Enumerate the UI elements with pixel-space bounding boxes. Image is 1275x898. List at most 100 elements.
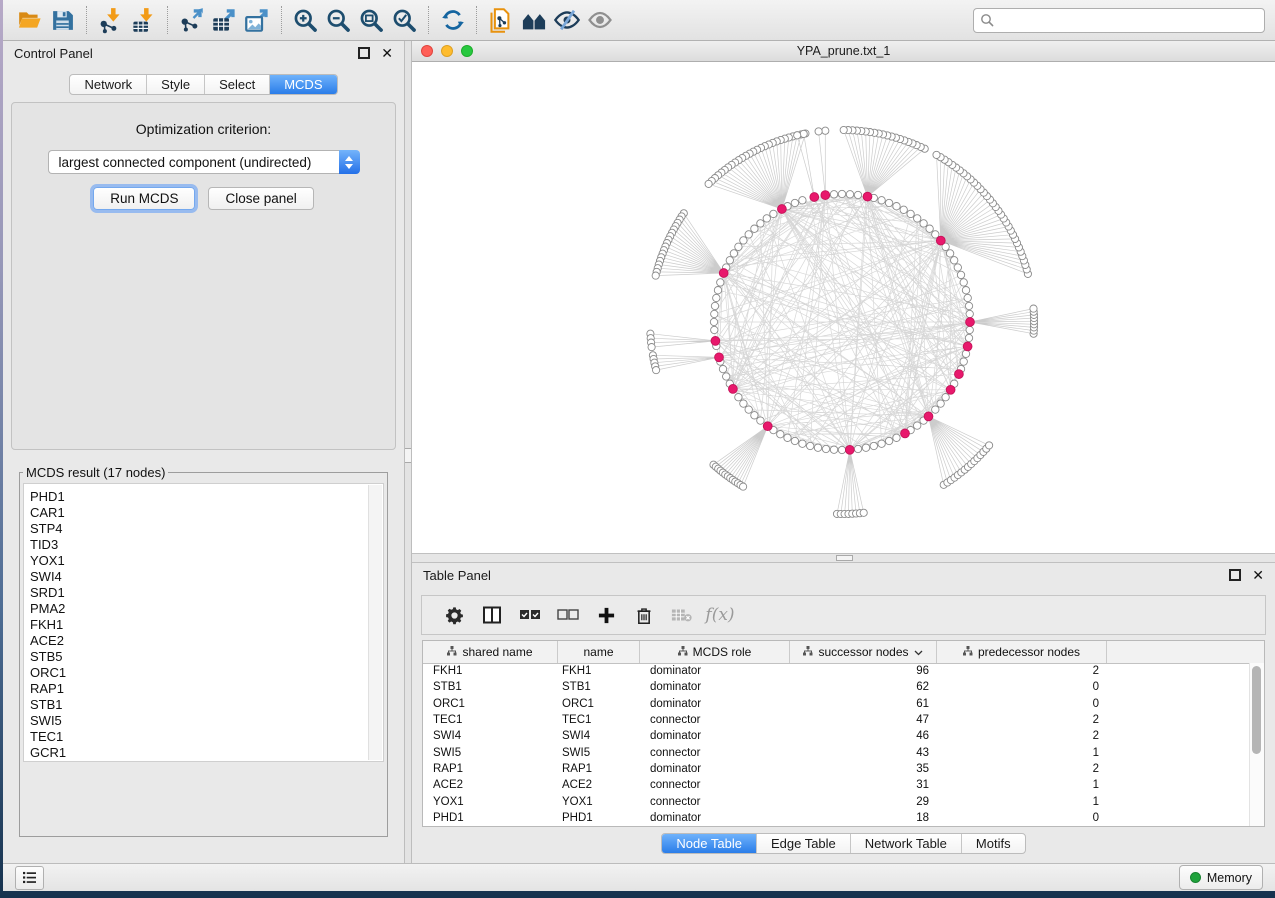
graph-leaf-node[interactable]	[986, 442, 993, 449]
memory-button[interactable]: Memory	[1179, 865, 1263, 890]
float-panel-button[interactable]	[1229, 569, 1241, 581]
tab-network[interactable]: Network	[70, 75, 147, 94]
cell-mcds-role[interactable]: dominator	[640, 812, 790, 824]
graph-node[interactable]	[926, 225, 933, 232]
table-row[interactable]: ACE2ACE2connector311	[423, 777, 1249, 793]
refresh-layout-button[interactable]	[436, 4, 469, 36]
show-graphics-details-button[interactable]	[583, 4, 616, 36]
graph-node[interactable]	[745, 231, 752, 238]
function-builder-button[interactable]: f(x)	[701, 598, 739, 632]
column-header-predecessor-nodes[interactable]: predecessor nodes	[937, 641, 1107, 663]
table-row[interactable]: STB1STB1dominator620	[423, 679, 1249, 695]
graph-node[interactable]	[830, 191, 837, 198]
graph-node[interactable]	[962, 350, 969, 357]
cell-name[interactable]: TEC1	[558, 714, 640, 726]
window-close-icon[interactable]	[421, 45, 433, 57]
binoculars-button[interactable]	[517, 4, 550, 36]
horizontal-splitter[interactable]	[412, 553, 1275, 563]
task-history-button[interactable]	[15, 866, 44, 890]
zoom-in-button[interactable]	[289, 4, 322, 36]
graph-node[interactable]	[751, 412, 758, 419]
graph-node[interactable]	[962, 287, 969, 294]
zoom-fit-button[interactable]	[355, 4, 388, 36]
clone-network-button[interactable]	[484, 4, 517, 36]
graph-node[interactable]	[954, 264, 961, 271]
graph-leaf-node[interactable]	[860, 509, 867, 516]
table-row[interactable]: SWI5SWI5connector431	[423, 744, 1249, 760]
zoom-out-button[interactable]	[322, 4, 355, 36]
table-row[interactable]: PHD1PHD1dominator180	[423, 810, 1249, 826]
cell-mcds-role[interactable]: connector	[640, 747, 790, 759]
graph-leaf-node[interactable]	[933, 151, 940, 158]
tab-select[interactable]: Select	[205, 75, 270, 94]
cell-name[interactable]: SWI5	[558, 747, 640, 759]
graph-leaf-node[interactable]	[648, 344, 655, 351]
mcds-result-item[interactable]: FKH1	[30, 617, 383, 633]
column-header-successor-nodes[interactable]: successor nodes	[790, 641, 937, 663]
window-minimize-icon[interactable]	[441, 45, 453, 57]
graph-node[interactable]	[711, 310, 718, 317]
graph-node[interactable]	[740, 400, 747, 407]
cell-shared-name[interactable]: RAP1	[423, 763, 558, 775]
graph-leaf-node[interactable]	[822, 127, 829, 134]
splitter-grip[interactable]	[836, 555, 853, 561]
cell-predecessor-nodes[interactable]: 2	[937, 714, 1107, 726]
close-panel-button-mcds[interactable]: Close panel	[208, 187, 313, 210]
import-table-button[interactable]	[127, 4, 160, 36]
graph-node[interactable]	[723, 373, 730, 380]
graph-node[interactable]	[942, 394, 949, 401]
graph-node[interactable]	[799, 197, 806, 204]
mcds-result-item[interactable]: STB5	[30, 649, 383, 665]
graph-node[interactable]	[777, 431, 784, 438]
column-header-mcds-role[interactable]: MCDS role	[640, 641, 790, 663]
graph-leaf-node[interactable]	[794, 132, 801, 139]
graph-node[interactable]	[965, 334, 972, 341]
cell-mcds-role[interactable]: dominator	[640, 698, 790, 710]
graph-node[interactable]	[763, 215, 770, 222]
graph-leaf-node[interactable]	[740, 483, 747, 490]
cell-shared-name[interactable]: SWI4	[423, 730, 558, 742]
graph-node[interactable]	[893, 203, 900, 210]
table-tab-motifs[interactable]: Motifs	[962, 834, 1025, 853]
cell-successor-nodes[interactable]: 35	[790, 763, 937, 775]
open-session-button[interactable]	[13, 4, 46, 36]
graph-node[interactable]	[854, 191, 861, 198]
graph-node[interactable]	[854, 445, 861, 452]
graph-node[interactable]	[966, 310, 973, 317]
table-row[interactable]: TEC1TEC1connector472	[423, 712, 1249, 728]
table-row[interactable]: YOX1YOX1connector291	[423, 793, 1249, 809]
graph-node[interactable]	[751, 225, 758, 232]
cell-name[interactable]: FKH1	[558, 665, 640, 677]
save-session-button[interactable]	[46, 4, 79, 36]
graph-node[interactable]	[885, 437, 892, 444]
graph-hub-node[interactable]	[946, 385, 955, 394]
cell-successor-nodes[interactable]: 43	[790, 747, 937, 759]
cell-name[interactable]: PHD1	[558, 812, 640, 824]
graph-node[interactable]	[900, 206, 907, 213]
graph-node[interactable]	[784, 434, 791, 441]
deselect-all-rows-button[interactable]	[549, 598, 587, 632]
mcds-result-item[interactable]: CAR1	[30, 505, 383, 521]
graph-node[interactable]	[862, 444, 869, 451]
cell-predecessor-nodes[interactable]: 2	[937, 665, 1107, 677]
graph-hub-node[interactable]	[763, 422, 772, 431]
zoom-selected-button[interactable]	[388, 4, 421, 36]
delete-column-button[interactable]	[625, 598, 663, 632]
mcds-result-item[interactable]: GCR1	[30, 745, 383, 761]
run-mcds-button[interactable]: Run MCDS	[93, 187, 195, 210]
graph-node[interactable]	[730, 250, 737, 257]
graph-node[interactable]	[878, 197, 885, 204]
mcds-result-item[interactable]: TEC1	[30, 729, 383, 745]
graph-node[interactable]	[914, 215, 921, 222]
cell-shared-name[interactable]: ORC1	[423, 698, 558, 710]
float-panel-button[interactable]	[358, 47, 370, 59]
graph-node[interactable]	[822, 445, 829, 452]
graph-node[interactable]	[951, 257, 958, 264]
cell-predecessor-nodes[interactable]: 2	[937, 763, 1107, 775]
graph-node[interactable]	[791, 199, 798, 206]
cell-successor-nodes[interactable]: 96	[790, 665, 937, 677]
table-row[interactable]: SWI4SWI4dominator462	[423, 728, 1249, 744]
table-scrollbar-thumb[interactable]	[1252, 666, 1261, 754]
mcds-result-item[interactable]: ACE2	[30, 633, 383, 649]
select-all-rows-button[interactable]	[511, 598, 549, 632]
